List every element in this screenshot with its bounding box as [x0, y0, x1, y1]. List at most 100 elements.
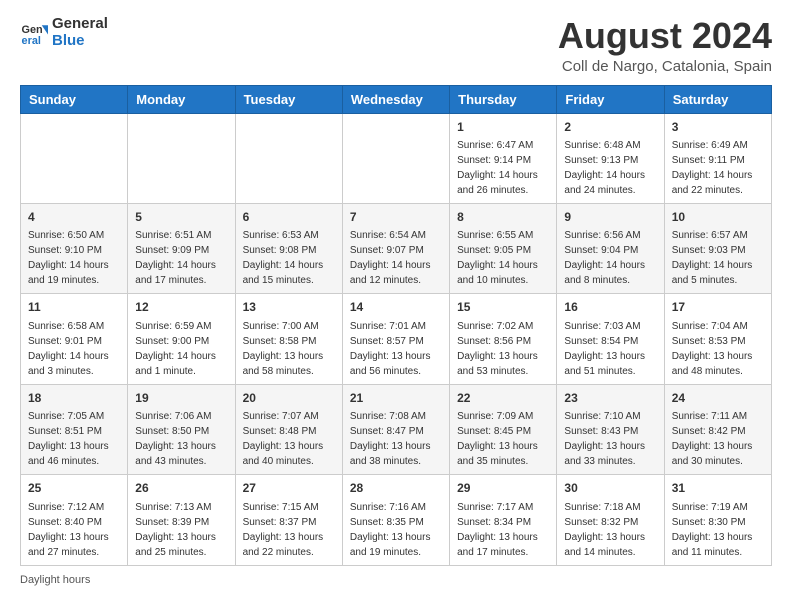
day-info: Sunrise: 6:48 AM Sunset: 9:13 PM Dayligh…: [564, 138, 656, 198]
title-block: August 2024 Coll de Nargo, Catalonia, Sp…: [558, 16, 772, 75]
day-number: 25: [28, 480, 120, 497]
day-info: Sunrise: 7:12 AM Sunset: 8:40 PM Dayligh…: [28, 500, 120, 560]
day-info: Sunrise: 7:06 AM Sunset: 8:50 PM Dayligh…: [135, 409, 227, 469]
day-info: Sunrise: 6:56 AM Sunset: 9:04 PM Dayligh…: [564, 228, 656, 288]
day-number: 17: [672, 299, 764, 316]
day-info: Sunrise: 7:05 AM Sunset: 8:51 PM Dayligh…: [28, 409, 120, 469]
day-number: 6: [243, 209, 335, 226]
day-info: Sunrise: 6:54 AM Sunset: 9:07 PM Dayligh…: [350, 228, 442, 288]
day-number: 15: [457, 299, 549, 316]
day-cell: 4Sunrise: 6:50 AM Sunset: 9:10 PM Daylig…: [21, 203, 128, 293]
day-cell: [128, 113, 235, 203]
day-number: 3: [672, 119, 764, 136]
day-cell: 6Sunrise: 6:53 AM Sunset: 9:08 PM Daylig…: [235, 203, 342, 293]
day-number: 22: [457, 390, 549, 407]
day-info: Sunrise: 6:51 AM Sunset: 9:09 PM Dayligh…: [135, 228, 227, 288]
day-cell: 26 Sunrise: 7:13 AM Sunset: 8:39 PM Dayli…: [128, 475, 235, 565]
day-info: Sunrise: 7:13 AM Sunset: 8:39 PM Dayligh…: [135, 500, 227, 560]
day-number: 10: [672, 209, 764, 226]
day-cell: 30 Sunrise: 7:18 AM Sunset: 8:32 PM Dayli…: [557, 475, 664, 565]
day-number: 13: [243, 299, 335, 316]
calendar-title: August 2024: [558, 16, 772, 56]
logo-line1: General: [52, 16, 108, 33]
day-number: 29: [457, 480, 549, 497]
day-cell: 18 Sunrise: 7:05 AM Sunset: 8:51 PM Dayli…: [21, 384, 128, 474]
day-number: 1: [457, 119, 549, 136]
day-info: Sunrise: 6:50 AM Sunset: 9:10 PM Dayligh…: [28, 228, 120, 288]
svg-text:eral: eral: [22, 34, 41, 46]
day-number: 7: [350, 209, 442, 226]
calendar-table: SundayMondayTuesdayWednesdayThursdayFrid…: [20, 85, 772, 566]
logo-icon: Gen eral: [20, 19, 48, 47]
day-cell: 22 Sunrise: 7:09 AM Sunset: 8:45 PM Dayli…: [450, 384, 557, 474]
day-cell: 23Sunrise: 7:10 AM Sunset: 8:43 PM Dayli…: [557, 384, 664, 474]
calendar-subtitle: Coll de Nargo, Catalonia, Spain: [558, 58, 772, 75]
day-info: Sunrise: 7:07 AM Sunset: 8:48 PM Dayligh…: [243, 409, 335, 469]
day-info: Sunrise: 6:47 AM Sunset: 9:14 PM Dayligh…: [457, 138, 549, 198]
day-cell: 28Sunrise: 7:16 AM Sunset: 8:35 PM Dayli…: [342, 475, 449, 565]
day-number: 2: [564, 119, 656, 136]
day-number: 5: [135, 209, 227, 226]
day-info: Sunrise: 6:59 AM Sunset: 9:00 PM Dayligh…: [135, 319, 227, 379]
day-cell: 24 Sunrise: 7:11 AM Sunset: 8:42 PM Dayli…: [664, 384, 771, 474]
day-info: Sunrise: 7:18 AM Sunset: 8:32 PM Dayligh…: [564, 500, 656, 560]
calendar-header: SundayMondayTuesdayWednesdayThursdayFrid…: [21, 85, 772, 113]
day-number: 20: [243, 390, 335, 407]
day-info: Sunrise: 7:17 AM Sunset: 8:34 PM Dayligh…: [457, 500, 549, 560]
day-info: Sunrise: 7:00 AM Sunset: 8:58 PM Dayligh…: [243, 319, 335, 379]
day-info: Sunrise: 6:55 AM Sunset: 9:05 PM Dayligh…: [457, 228, 549, 288]
day-cell: 7 Sunrise: 6:54 AM Sunset: 9:07 PM Daylig…: [342, 203, 449, 293]
week-row-4: 25 Sunrise: 7:12 AM Sunset: 8:40 PM Dayli…: [21, 475, 772, 565]
day-info: Sunrise: 7:09 AM Sunset: 8:45 PM Dayligh…: [457, 409, 549, 469]
day-number: 11: [28, 299, 120, 316]
day-cell: [21, 113, 128, 203]
week-row-2: 11 Sunrise: 6:58 AM Sunset: 9:01 PM Dayli…: [21, 294, 772, 384]
day-cell: [342, 113, 449, 203]
header-row: SundayMondayTuesdayWednesdayThursdayFrid…: [21, 85, 772, 113]
day-info: Sunrise: 7:19 AM Sunset: 8:30 PM Dayligh…: [672, 500, 764, 560]
day-info: Sunrise: 7:08 AM Sunset: 8:47 PM Dayligh…: [350, 409, 442, 469]
header: Gen eral General Blue August 2024 Coll d…: [20, 16, 772, 75]
day-cell: 17 Sunrise: 7:04 AM Sunset: 8:53 PM Dayli…: [664, 294, 771, 384]
day-cell: 8 Sunrise: 6:55 AM Sunset: 9:05 PM Daylig…: [450, 203, 557, 293]
day-number: 26: [135, 480, 227, 497]
day-number: 24: [672, 390, 764, 407]
day-cell: 5 Sunrise: 6:51 AM Sunset: 9:09 PM Daylig…: [128, 203, 235, 293]
day-cell: 27 Sunrise: 7:15 AM Sunset: 8:37 PM Dayli…: [235, 475, 342, 565]
day-cell: 11 Sunrise: 6:58 AM Sunset: 9:01 PM Dayli…: [21, 294, 128, 384]
week-row-1: 4Sunrise: 6:50 AM Sunset: 9:10 PM Daylig…: [21, 203, 772, 293]
week-row-3: 18 Sunrise: 7:05 AM Sunset: 8:51 PM Dayli…: [21, 384, 772, 474]
day-info: Sunrise: 7:04 AM Sunset: 8:53 PM Dayligh…: [672, 319, 764, 379]
day-info: Sunrise: 7:15 AM Sunset: 8:37 PM Dayligh…: [243, 500, 335, 560]
day-number: 9: [564, 209, 656, 226]
day-number: 12: [135, 299, 227, 316]
day-info: Sunrise: 7:16 AM Sunset: 8:35 PM Dayligh…: [350, 500, 442, 560]
header-cell-saturday: Saturday: [664, 85, 771, 113]
day-number: 18: [28, 390, 120, 407]
day-cell: 31 Sunrise: 7:19 AM Sunset: 8:30 PM Dayli…: [664, 475, 771, 565]
day-number: 16: [564, 299, 656, 316]
day-cell: 21Sunrise: 7:08 AM Sunset: 8:47 PM Dayli…: [342, 384, 449, 474]
header-cell-tuesday: Tuesday: [235, 85, 342, 113]
day-info: Sunrise: 7:11 AM Sunset: 8:42 PM Dayligh…: [672, 409, 764, 469]
day-number: 23: [564, 390, 656, 407]
week-row-0: 1 Sunrise: 6:47 AM Sunset: 9:14 PM Daylig…: [21, 113, 772, 203]
day-cell: 3Sunrise: 6:49 AM Sunset: 9:11 PM Daylig…: [664, 113, 771, 203]
day-info: Sunrise: 7:03 AM Sunset: 8:54 PM Dayligh…: [564, 319, 656, 379]
footer-note: Daylight hours: [20, 574, 772, 586]
day-number: 8: [457, 209, 549, 226]
day-number: 31: [672, 480, 764, 497]
day-cell: 1 Sunrise: 6:47 AM Sunset: 9:14 PM Daylig…: [450, 113, 557, 203]
day-cell: 25 Sunrise: 7:12 AM Sunset: 8:40 PM Dayli…: [21, 475, 128, 565]
day-cell: 16 Sunrise: 7:03 AM Sunset: 8:54 PM Dayli…: [557, 294, 664, 384]
day-cell: 29 Sunrise: 7:17 AM Sunset: 8:34 PM Dayli…: [450, 475, 557, 565]
day-info: Sunrise: 7:01 AM Sunset: 8:57 PM Dayligh…: [350, 319, 442, 379]
day-number: 30: [564, 480, 656, 497]
header-cell-friday: Friday: [557, 85, 664, 113]
day-number: 27: [243, 480, 335, 497]
day-info: Sunrise: 7:02 AM Sunset: 8:56 PM Dayligh…: [457, 319, 549, 379]
day-cell: 13 Sunrise: 7:00 AM Sunset: 8:58 PM Dayli…: [235, 294, 342, 384]
day-cell: [235, 113, 342, 203]
logo: Gen eral General Blue: [20, 16, 108, 49]
day-info: Sunrise: 6:58 AM Sunset: 9:01 PM Dayligh…: [28, 319, 120, 379]
